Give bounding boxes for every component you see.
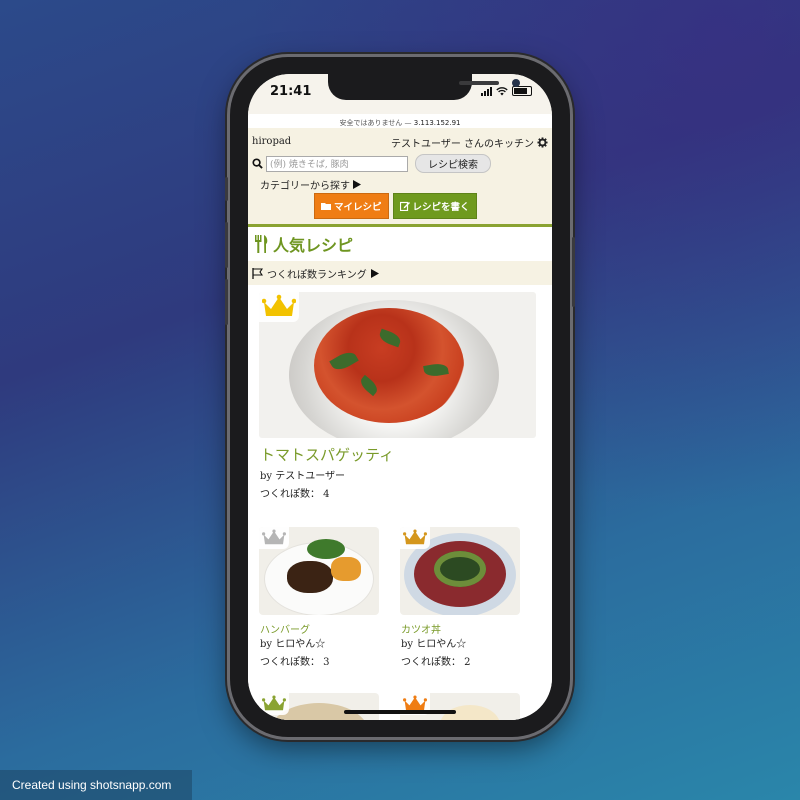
phone-screen: 21:41 安全ではありません — 3.113.152.91 hiropad テ… [248, 74, 552, 720]
footer-credit: Created using shotsnapp.com [0, 770, 192, 800]
popular-recipes-heading: 人気レシピ [248, 227, 552, 261]
front-camera [512, 79, 520, 87]
fork-knife-icon [255, 235, 268, 253]
url-text: 3.113.152.91 [413, 119, 461, 127]
category-link-label: カテゴリーから探す [260, 181, 350, 192]
recipe-card-image-katsuo-don[interactable] [400, 527, 520, 615]
recipe-card-title[interactable]: ハンバーグ [260, 621, 310, 636]
recipe-card-tsukurepo: つくれぽ数： 2 [401, 657, 471, 668]
search-input[interactable]: (例) 焼きそば, 豚肉 [266, 155, 408, 172]
web-page: hiropad テストユーザー さんのキッチン (例) 焼きそば, 豚肉 レシピ… [248, 128, 552, 720]
gold-crown-icon [262, 294, 296, 316]
recipe-card-author[interactable]: by ヒロやん☆ [260, 636, 325, 654]
folder-icon [321, 203, 331, 210]
ranking-link[interactable]: つくれぽ数ランキング [248, 261, 552, 285]
recipe-card-title[interactable]: カツオ丼 [401, 621, 441, 636]
mute-switch [225, 177, 228, 201]
speaker [459, 81, 499, 85]
write-recipe-label: レシピを書く [412, 202, 470, 213]
volume-up-button [225, 222, 228, 268]
silver-crown-icon [262, 529, 286, 545]
status-icons [481, 86, 532, 96]
search-icon [252, 158, 263, 169]
address-bar[interactable]: 安全ではありません — 3.113.152.91 [248, 118, 552, 128]
recipe-card-image-hamburg[interactable] [259, 527, 379, 615]
section-title: 人気レシピ [273, 236, 354, 255]
triangle-right-icon [353, 180, 361, 189]
write-recipe-button[interactable]: レシピを書く [392, 193, 477, 219]
green-crown-icon [262, 695, 286, 711]
phone-frame: 21:41 安全ではありません — 3.113.152.91 hiropad テ… [225, 57, 575, 737]
recipe-card-author[interactable]: by ヒロやん☆ [401, 636, 466, 654]
recipe-card-tsukurepo: つくれぽ数： 3 [260, 657, 330, 668]
triangle-right-icon [370, 268, 379, 278]
battery-icon [512, 86, 532, 96]
cellular-signal-icon [481, 86, 492, 96]
category-link[interactable]: カテゴリーから探す [260, 177, 361, 192]
home-indicator[interactable] [344, 710, 456, 714]
ranking-label: つくれぽ数ランキング [267, 269, 367, 281]
wifi-icon [496, 86, 508, 95]
site-name[interactable]: hiropad [252, 136, 291, 147]
my-recipe-button[interactable]: マイレシピ [314, 193, 389, 219]
notch [328, 74, 520, 100]
edit-icon [399, 201, 410, 211]
top-recipe-tsukurepo: つくれぽ数： 4 [260, 489, 330, 500]
rank-badge [400, 527, 430, 549]
search-row: (例) 焼きそば, 豚肉 レシピ検索 [252, 154, 491, 173]
top-recipe-author[interactable]: by テストユーザー [260, 468, 345, 486]
rank-badge [259, 527, 289, 549]
power-button [572, 237, 575, 307]
status-time: 21:41 [270, 84, 312, 99]
top-recipe-title[interactable]: トマトスパゲッティ [260, 444, 394, 465]
bronze-crown-icon [403, 529, 427, 545]
top-recipe-image[interactable] [259, 292, 536, 438]
recipe-card-image-partial[interactable] [400, 693, 520, 720]
recipe-search-button[interactable]: レシピ検索 [415, 154, 491, 173]
my-recipe-label: マイレシピ [334, 202, 382, 213]
action-buttons: マイレシピ レシピを書く [314, 193, 477, 219]
user-kitchen-label: テストユーザー さんのキッチン [391, 139, 534, 150]
gear-icon[interactable] [537, 137, 548, 148]
search-placeholder: (例) 焼きそば, 豚肉 [270, 160, 349, 170]
rank-badge [259, 693, 289, 715]
user-kitchen[interactable]: テストユーザー さんのキッチン [391, 135, 548, 150]
rank-badge [259, 292, 299, 322]
flag-icon [252, 267, 263, 279]
security-note: 安全ではありません [339, 119, 403, 127]
recipe-card-image-partial[interactable] [259, 693, 379, 720]
site-header: hiropad テストユーザー さんのキッチン (例) 焼きそば, 豚肉 レシピ… [248, 128, 552, 227]
volume-down-button [225, 279, 228, 325]
